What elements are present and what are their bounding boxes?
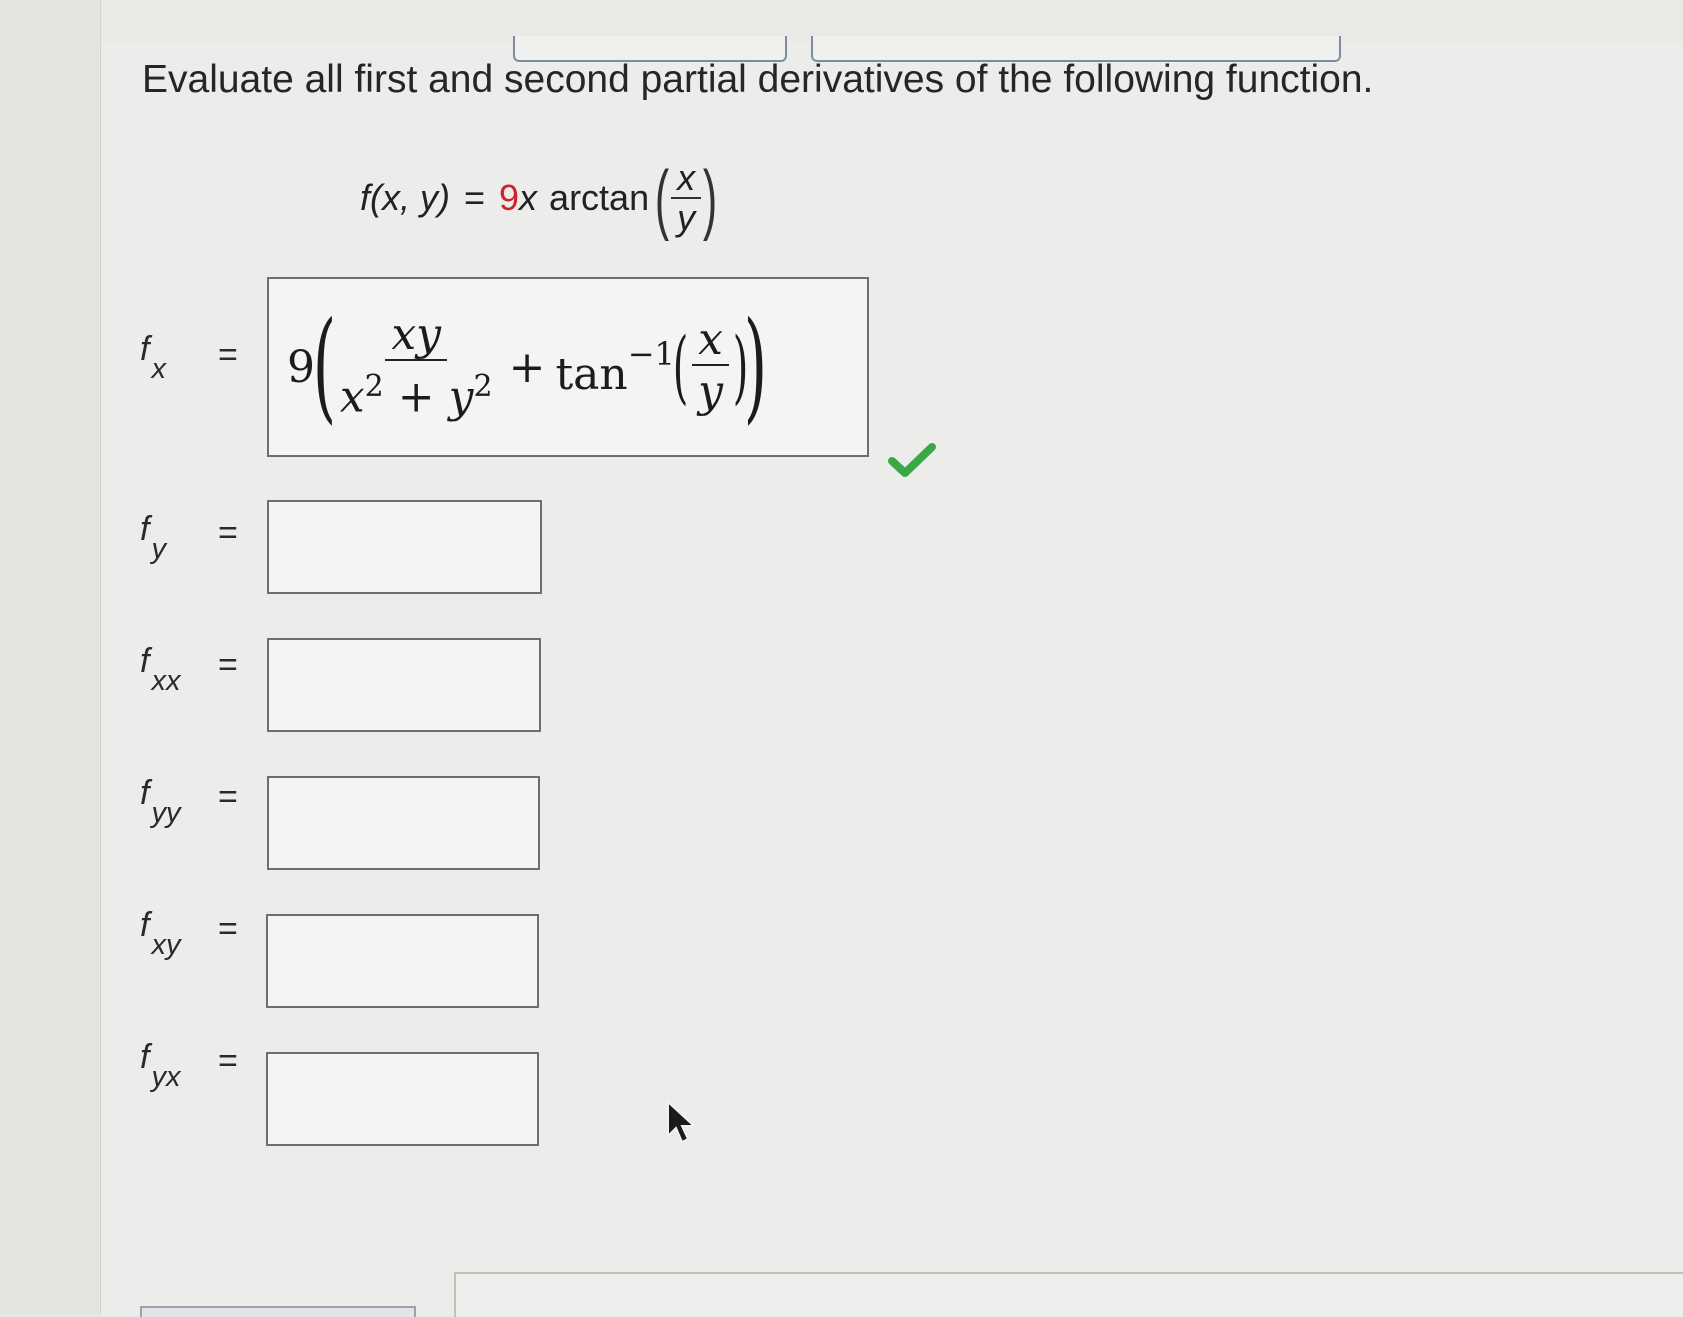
fx-open-paren: (: [312, 297, 337, 436]
bottom-panel: [454, 1272, 1683, 1317]
function-fraction-denominator: y: [677, 197, 696, 238]
label-fy: fy: [140, 510, 166, 565]
fyx-answer-input[interactable]: [266, 1052, 539, 1146]
fx-plus: +: [508, 341, 546, 393]
fx-coefficient: 9: [287, 341, 315, 393]
function-name: arctan: [549, 177, 650, 218]
label-fyx: fyx: [140, 1038, 181, 1093]
fxy-answer-input[interactable]: [266, 914, 539, 1008]
fx-inner-open-paren: (: [672, 320, 689, 413]
equals-fyx: =: [218, 1042, 238, 1080]
bottom-button[interactable]: [140, 1306, 416, 1317]
fy-answer-input[interactable]: [267, 500, 542, 594]
function-fraction: x y: [671, 159, 702, 238]
question-prompt: Evaluate all first and second partial de…: [142, 58, 1374, 101]
fx-fraction: xy x2 + y2: [339, 310, 493, 424]
equals-fxx: =: [218, 646, 238, 684]
fx-arctan: tan−1: [555, 334, 675, 400]
function-coefficient: 9: [499, 177, 520, 218]
fx-fraction-numerator: xy: [385, 310, 448, 361]
checkmark-icon: [888, 443, 936, 477]
function-equals: =: [463, 177, 486, 218]
label-fxy: fxy: [140, 906, 181, 961]
equals-fx: =: [218, 336, 238, 374]
equals-fyy: =: [218, 778, 238, 816]
fx-inner-fraction: x y: [692, 316, 729, 418]
label-fyy: fyy: [140, 774, 181, 829]
fx-inner-denominator: y: [698, 366, 723, 417]
fx-answer-box[interactable]: 9 ( xy x2 + y2 + tan−1 ( x y ) ): [267, 277, 869, 457]
equals-fy: =: [218, 514, 238, 552]
label-fxx: fxx: [140, 642, 181, 697]
mouse-pointer-icon: [667, 1100, 697, 1144]
fx-fraction-denominator: x2 + y2: [339, 368, 493, 423]
fx-close-paren: ): [743, 297, 768, 436]
function-definition: f(x, y) = 9 x arctan ( x y ): [360, 158, 723, 238]
function-variable: x: [519, 177, 538, 218]
fx-inner-numerator: x: [692, 316, 729, 366]
left-margin-strip: [0, 0, 101, 1315]
function-fraction-numerator: x: [671, 159, 702, 199]
fyy-answer-input[interactable]: [267, 776, 540, 870]
function-close-paren: ): [702, 154, 718, 242]
label-fx: fx: [140, 330, 166, 385]
equals-fxy: =: [218, 910, 238, 948]
function-open-paren: (: [654, 154, 670, 242]
fxx-answer-input[interactable]: [267, 638, 541, 732]
function-lhs: f(x, y): [360, 177, 450, 218]
